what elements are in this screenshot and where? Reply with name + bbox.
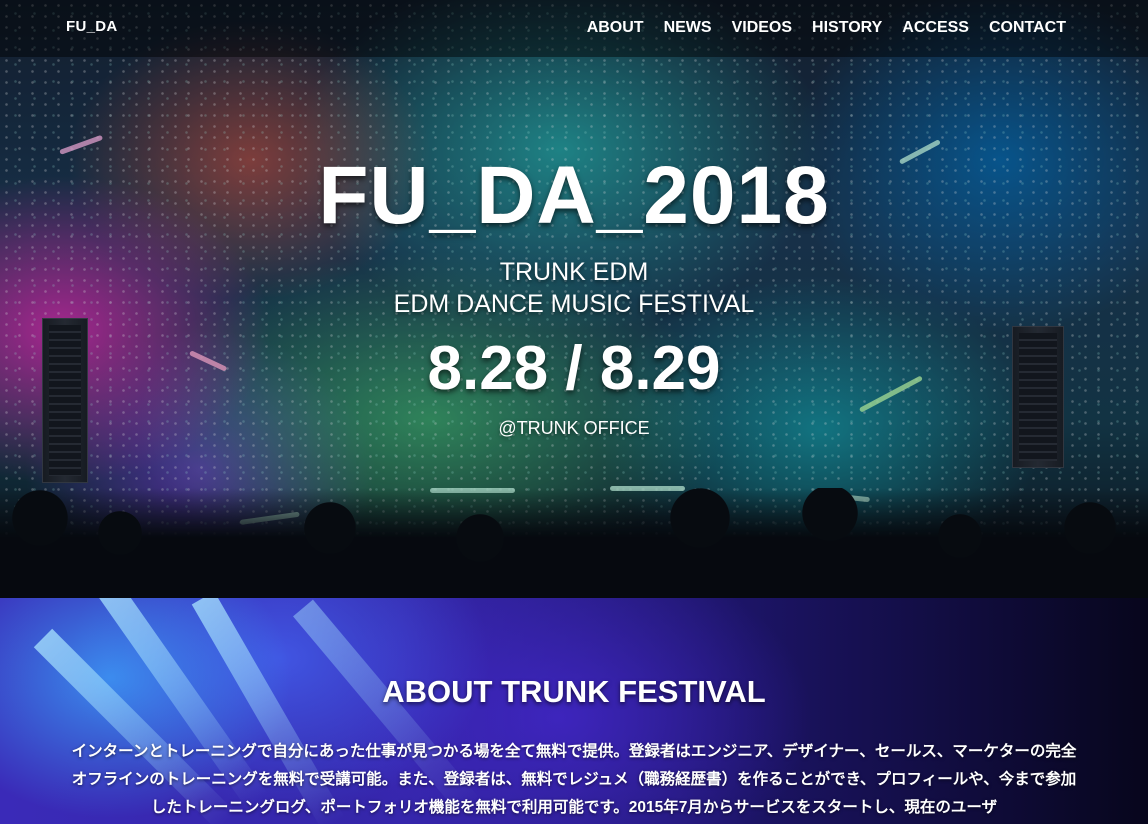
hero-date: 8.28 / 8.29 [427, 334, 721, 403]
hero-venue: @TRUNK OFFICE [498, 418, 650, 438]
nav-links: ABOUT NEWS VIDEOS HISTORY ACCESS CONTACT [587, 19, 1066, 37]
about-section: ABOUT TRUNK FESTIVAL インターンとトレーニングで自分にあった… [0, 598, 1148, 824]
hero-subtitle-line-2: EDM DANCE MUSIC FESTIVAL [393, 290, 755, 318]
hero-section: FU_DA_2018 TRUNK EDM EDM DANCE MUSIC FES… [0, 0, 1148, 598]
top-navbar: FU_DA ABOUT NEWS VIDEOS HISTORY ACCESS C… [0, 0, 1148, 57]
nav-link-access[interactable]: ACCESS [902, 19, 969, 37]
nav-link-contact[interactable]: CONTACT [989, 19, 1066, 37]
hero-title: FU_DA_2018 [318, 150, 830, 241]
about-title: ABOUT TRUNK FESTIVAL [382, 674, 766, 709]
about-description: インターンとトレーニングで自分にあった仕事が見つかる場を全て無料で提供。登録者は… [71, 743, 1077, 816]
nav-link-about[interactable]: ABOUT [587, 19, 644, 37]
hero-subtitle: TRUNK EDM EDM DANCE MUSIC FESTIVAL [0, 256, 1148, 320]
hero-subtitle-line-1: TRUNK EDM [499, 258, 649, 286]
nav-link-videos[interactable]: VIDEOS [732, 19, 792, 37]
site-logo[interactable]: FU_DA [66, 18, 118, 35]
nav-link-history[interactable]: HISTORY [812, 19, 882, 37]
hero-content: FU_DA_2018 TRUNK EDM EDM DANCE MUSIC FES… [0, 148, 1148, 440]
nav-link-news[interactable]: NEWS [664, 19, 712, 37]
page: FU_DA_2018 TRUNK EDM EDM DANCE MUSIC FES… [0, 0, 1148, 824]
